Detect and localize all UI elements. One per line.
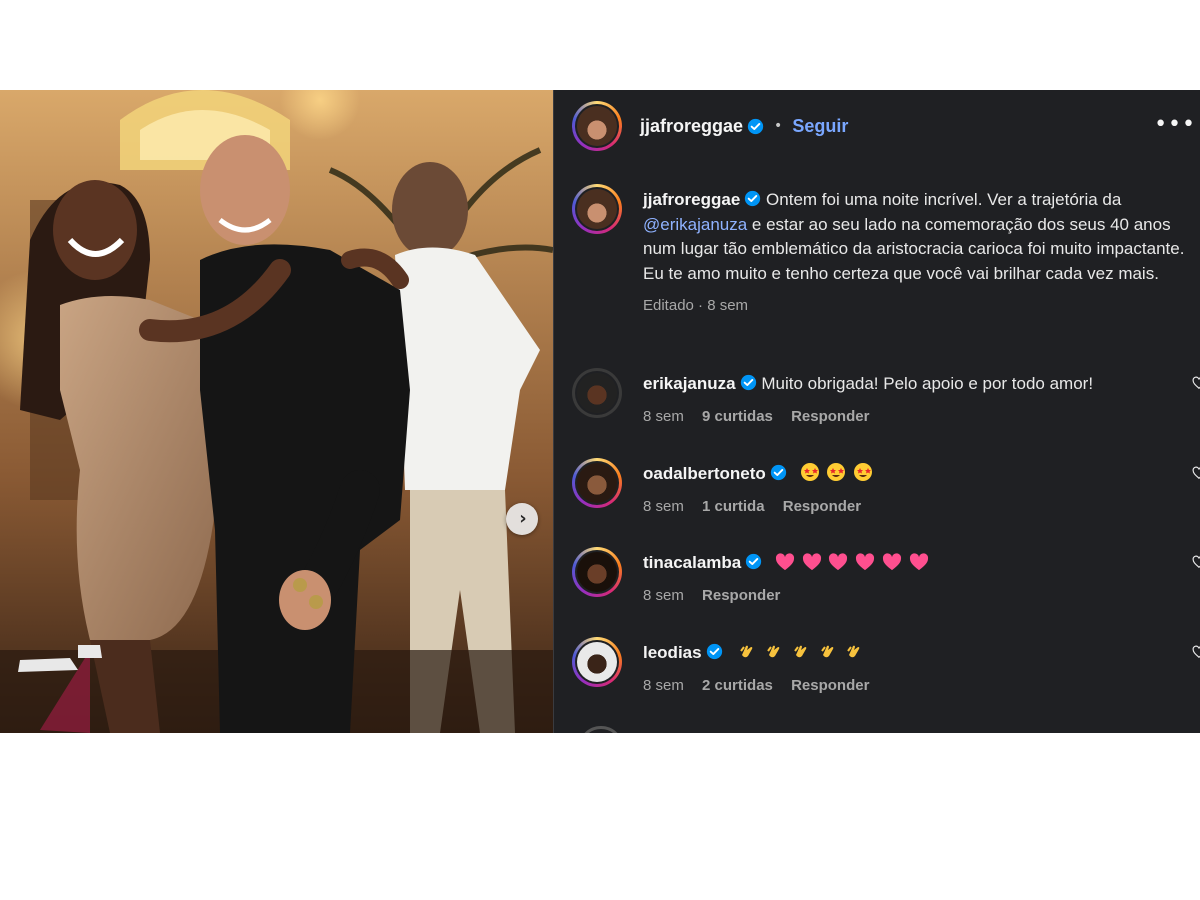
reply-button[interactable]: Responder xyxy=(783,498,861,515)
commenter-avatar[interactable] xyxy=(572,637,622,687)
verified-badge-icon xyxy=(740,374,756,391)
next-photo-button[interactable]: › xyxy=(506,503,538,535)
comment-body: leodias 8 sem 2 curtidas Responder xyxy=(643,641,1200,698)
author-username[interactable]: jjafroreggae xyxy=(640,116,743,137)
comment-meta: 8 sem 2 curtidas Responder xyxy=(643,674,1200,699)
follow-button[interactable]: Seguir xyxy=(792,116,848,137)
heart-icon[interactable] xyxy=(1192,466,1200,480)
reply-button[interactable]: Responder xyxy=(791,408,869,425)
comment-time: 8 sem xyxy=(643,676,684,694)
comment-meta: 8 sem 1 curtida Responder xyxy=(643,495,1200,520)
comment-body: erikajanuza Muito obrigada! Pelo apoio e… xyxy=(643,372,1200,429)
star-struck-emoji-icon xyxy=(827,463,846,481)
star-struck-emoji-icon xyxy=(800,463,819,481)
pink-heart-emoji-group xyxy=(773,553,929,572)
caption-avatar[interactable] xyxy=(572,184,622,234)
reply-button[interactable]: Responder xyxy=(702,587,780,604)
heart-icon[interactable] xyxy=(1192,555,1200,569)
pink-heart-emoji-icon xyxy=(882,553,902,571)
comment-time: 8 sem xyxy=(643,497,684,515)
verified-badge-icon xyxy=(770,464,786,481)
comment-time: 8 sem xyxy=(643,407,684,425)
comment-body: oadalbertoneto 8 sem 1 curtida Responder xyxy=(643,462,1200,519)
clapping-hands-emoji-group xyxy=(735,643,864,662)
comment-likes[interactable]: 9 curtidas xyxy=(702,408,773,425)
clapping-hands-emoji-icon xyxy=(740,645,753,658)
comment-time: 8 sem xyxy=(643,586,684,604)
verified-badge-icon xyxy=(745,190,761,207)
heart-icon[interactable] xyxy=(1192,376,1200,390)
comment-username[interactable]: oadalbertoneto xyxy=(643,464,766,483)
clapping-hands-emoji-icon xyxy=(767,645,780,658)
caption-username[interactable]: jjafroreggae xyxy=(643,190,740,209)
pink-heart-emoji-icon xyxy=(802,553,821,571)
pink-heart-emoji-icon xyxy=(829,553,848,571)
party-photo-illustration xyxy=(0,90,553,733)
comment-likes[interactable]: 1 curtida xyxy=(702,498,765,515)
comment-text: Muito obrigada! Pelo apoio e por todo am… xyxy=(761,374,1094,393)
star-struck-emoji-group xyxy=(798,463,873,483)
post-side-panel: jjafroreggae • Seguir ••• jjafroreggae O… xyxy=(554,90,1200,733)
commenter-avatar[interactable] xyxy=(572,368,622,418)
clapping-hands-emoji-icon xyxy=(793,645,807,658)
comment-username[interactable]: tinacalamba xyxy=(643,553,741,572)
star-struck-emoji-icon xyxy=(854,463,872,481)
next-commenter-avatar-peek xyxy=(578,726,624,733)
caption-mention-link[interactable]: @erikajanuza xyxy=(643,215,747,234)
heart-icon[interactable] xyxy=(1192,645,1200,659)
comment-meta: 8 sem 9 curtidas Responder xyxy=(643,405,1200,430)
more-options-icon[interactable]: ••• xyxy=(1154,114,1196,136)
comment-likes[interactable]: 2 curtidas xyxy=(702,677,773,694)
comment-body: tinacalamba 8 sem Responder xyxy=(643,551,1200,608)
caption-meta: Editado · 8 sem xyxy=(643,297,749,314)
pink-heart-emoji-icon xyxy=(856,553,875,571)
author-avatar[interactable] xyxy=(572,101,622,151)
comment-username[interactable]: erikajanuza xyxy=(643,374,736,393)
pink-heart-emoji-icon xyxy=(909,553,928,571)
instagram-post: › jjafroreggae • Seguir ••• jjafroreggae… xyxy=(0,90,1200,733)
commenter-avatar[interactable] xyxy=(572,547,622,597)
clapping-hands-emoji-icon xyxy=(847,645,860,658)
verified-badge-icon xyxy=(747,118,764,134)
comment-meta: 8 sem Responder xyxy=(643,584,1200,609)
separator-dot: • xyxy=(774,118,783,134)
verified-badge-icon xyxy=(706,643,722,660)
verified-badge-icon xyxy=(746,553,762,570)
post-header: jjafroreggae • Seguir xyxy=(572,100,848,152)
post-photo[interactable]: › xyxy=(0,90,553,733)
clapping-hands-emoji-icon xyxy=(820,645,833,658)
commenter-avatar[interactable] xyxy=(572,458,622,508)
reply-button[interactable]: Responder xyxy=(791,677,869,694)
chevron-right-icon: › xyxy=(519,508,527,529)
caption-text-before: Ontem foi uma noite incrível. Ver a traj… xyxy=(766,190,1122,209)
comment-username[interactable]: leodias xyxy=(643,643,702,662)
pink-heart-emoji-icon xyxy=(775,553,795,571)
caption-body: jjafroreggae Ontem foi uma noite incríve… xyxy=(643,188,1200,319)
